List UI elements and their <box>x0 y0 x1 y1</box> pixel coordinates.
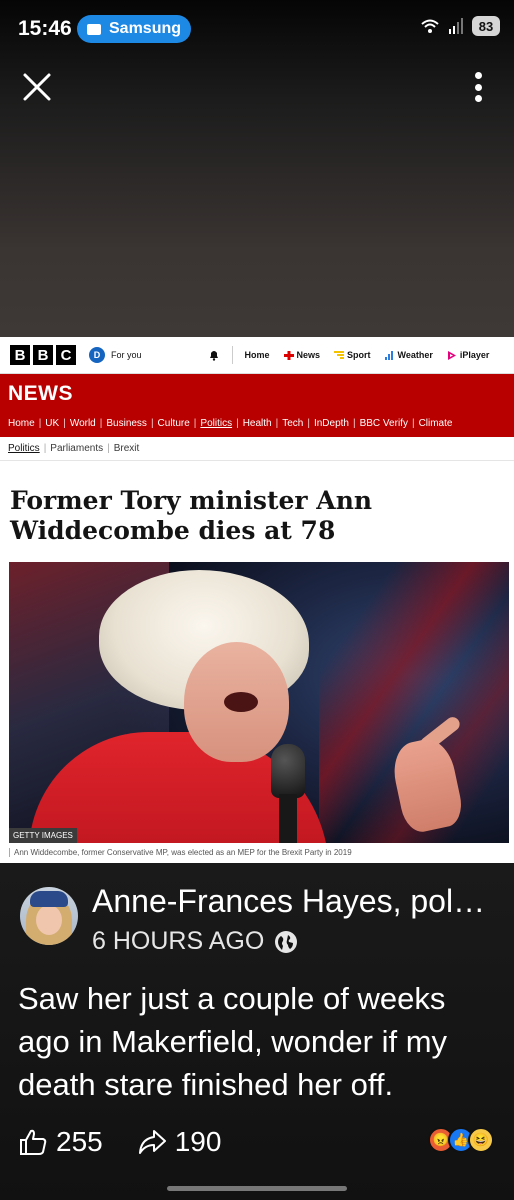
post-details: Anne-Frances Hayes, pol… 6 HOURS AGO Saw… <box>0 863 514 1200</box>
iplayer-icon <box>447 350 456 360</box>
nav-weather: Weather <box>384 350 433 360</box>
like-count: 255 <box>56 1126 103 1157</box>
reaction-summary[interactable]: 😠 👍 😆 <box>428 1127 494 1153</box>
post-meta: 6 HOURS AGO <box>92 927 298 956</box>
like-button[interactable]: 255 <box>18 1126 103 1158</box>
news-nav: Home | UK | World | Business | Culture | Poli… <box>8 418 453 429</box>
sport-icon <box>334 350 345 359</box>
news-icon <box>283 350 294 360</box>
bbc-nav: Home News Sport Weather iPlayer <box>245 350 490 360</box>
status-icons: 83 <box>420 16 500 36</box>
status-time: 15:46 <box>18 17 72 40</box>
close-icon[interactable] <box>20 70 54 104</box>
cast-icon <box>87 23 101 35</box>
cast-label: Samsung <box>109 20 182 37</box>
bbc-header: B B C D For you Home News Sport Weather … <box>0 337 514 374</box>
shared-screenshot: B B C D For you Home News Sport Weather … <box>0 337 514 863</box>
for-you-label: For you <box>111 350 142 360</box>
post-actions: 255 190 <box>18 1126 255 1158</box>
bell-icon <box>209 351 218 361</box>
for-you-link: D For you <box>89 347 142 363</box>
post-time: 6 HOURS AGO <box>92 927 265 955</box>
more-vertical-icon[interactable] <box>468 70 488 104</box>
nav-home: Home <box>244 350 270 360</box>
news-section-band: NEWS Home | UK | World | Business | Culture |… <box>0 374 514 437</box>
status-bar: 15:46 Samsung 83 <box>0 0 514 60</box>
nav-news: News <box>283 350 320 360</box>
haha-reaction-icon: 😆 <box>468 1127 494 1153</box>
signal-icon <box>449 18 463 34</box>
avatar[interactable] <box>20 887 78 945</box>
photo-caption: Ann Widdecombe, former Conservative MP, … <box>9 848 352 857</box>
share-icon <box>138 1130 166 1154</box>
politics-sub-nav: Politics | Parliaments | Brexit <box>0 437 514 461</box>
cast-pill[interactable]: Samsung <box>77 15 191 43</box>
share-button[interactable]: 190 <box>137 1126 222 1158</box>
home-indicator[interactable] <box>167 1186 347 1191</box>
author-name[interactable]: Anne-Frances Hayes, pol… <box>92 883 492 920</box>
nav-sport: Sport <box>334 350 371 360</box>
news-title: NEWS <box>8 382 73 405</box>
weather-icon <box>384 350 393 360</box>
post-text: Saw her just a couple of weeks ago in Ma… <box>18 981 448 1102</box>
article-photo <box>9 562 509 843</box>
nav-iplayer: iPlayer <box>447 350 489 360</box>
globe-icon <box>275 930 298 953</box>
profile-badge: D <box>89 347 105 363</box>
bbc-logo: B B C <box>10 345 76 365</box>
article-headline: Former Tory minister Ann Widdecombe dies… <box>10 486 373 545</box>
battery-icon: 83 <box>472 16 500 36</box>
thumbs-up-icon <box>20 1129 47 1155</box>
share-count: 190 <box>174 1126 222 1157</box>
wifi-icon <box>421 19 439 33</box>
photo-credit: GETTY IMAGES <box>9 828 77 843</box>
